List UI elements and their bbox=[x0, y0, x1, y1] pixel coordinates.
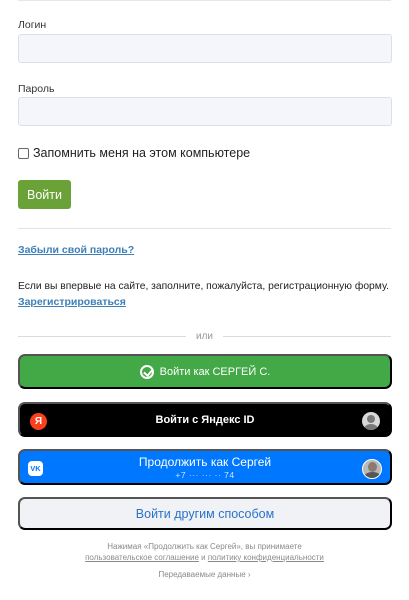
vk-logo-icon: VK bbox=[28, 461, 43, 476]
user-agreement-link[interactable]: пользовательское соглашение bbox=[85, 553, 199, 562]
legal-line-2: пользовательское соглашение и политику к… bbox=[0, 552, 409, 563]
login-input[interactable] bbox=[18, 34, 392, 63]
top-divider bbox=[18, 0, 391, 1]
vk-avatar bbox=[362, 459, 382, 479]
register-text: Если вы впервые на сайте, заполните, пож… bbox=[18, 281, 389, 292]
sber-login-label: Войти как СЕРГЕЙ С. bbox=[159, 365, 271, 378]
form-divider bbox=[18, 228, 391, 229]
or-separator: или bbox=[18, 330, 392, 342]
login-button[interactable]: Войти bbox=[18, 180, 71, 209]
remember-label: Запомнить меня на этом компьютере bbox=[33, 146, 251, 160]
yandex-logo-icon: Я bbox=[30, 413, 47, 430]
yandex-id-button[interactable]: Я Войти с Яндекс ID bbox=[18, 402, 392, 437]
legal-and: и bbox=[198, 553, 208, 562]
password-label: Пароль bbox=[18, 83, 55, 95]
yandex-id-label: Войти с Яндекс ID bbox=[155, 413, 255, 426]
sber-check-icon bbox=[139, 364, 154, 379]
other-method-button[interactable]: Войти другим способом bbox=[18, 497, 392, 530]
or-line-left bbox=[18, 335, 186, 337]
password-input[interactable] bbox=[18, 97, 392, 126]
sber-login-button[interactable]: Войти как СЕРГЕЙ С. bbox=[18, 354, 392, 389]
or-line-right bbox=[223, 335, 392, 337]
vk-phone-masked: +7 ··· ··· ·· 74 bbox=[175, 469, 235, 480]
vk-continue-label: Продолжить как Сергей bbox=[138, 454, 272, 469]
or-text: или bbox=[196, 330, 214, 342]
vk-continue-button[interactable]: VK Продолжить как Сергей +7 ··· ··· ·· 7… bbox=[18, 449, 392, 485]
yandex-avatar-icon bbox=[362, 412, 380, 430]
privacy-policy-link[interactable]: политику конфиденциальности bbox=[208, 553, 324, 562]
register-link[interactable]: Зарегистрироваться bbox=[18, 296, 126, 308]
forgot-password-link[interactable]: Забыли свой пароль? bbox=[18, 244, 134, 256]
remember-me[interactable]: Запомнить меня на этом компьютере bbox=[18, 146, 250, 160]
transferred-data-link[interactable]: Передаваемые данные › bbox=[0, 570, 409, 579]
legal-line-1: Нажимая «Продолжить как Сергей», вы прин… bbox=[107, 542, 302, 551]
login-label: Логин bbox=[18, 19, 47, 31]
remember-checkbox[interactable] bbox=[18, 147, 29, 159]
